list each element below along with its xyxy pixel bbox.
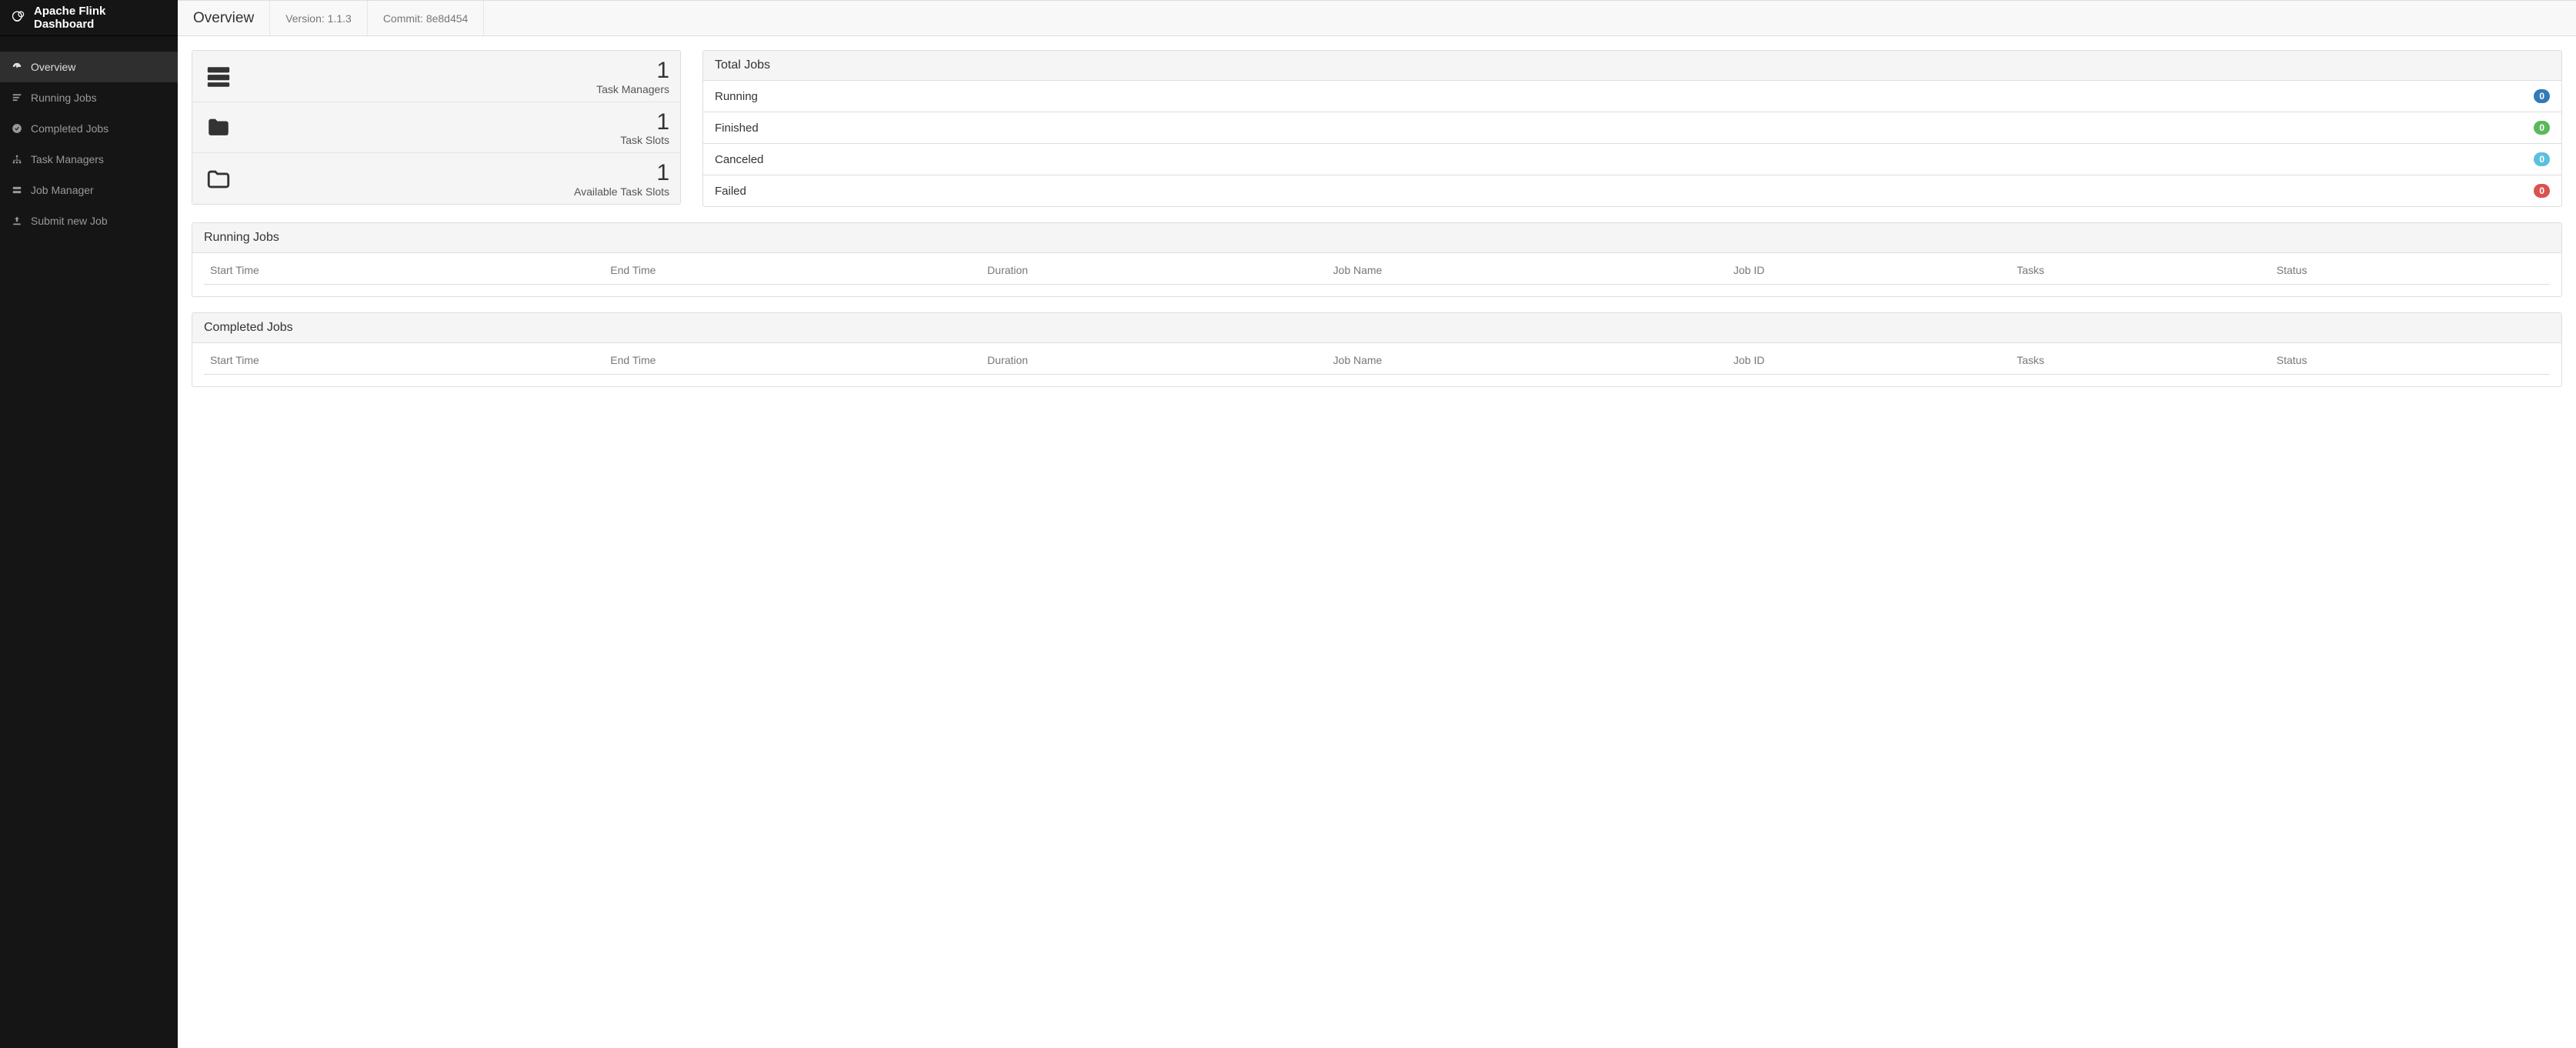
server-stack-icon [203, 64, 237, 90]
job-count-badge: 0 [2534, 121, 2550, 135]
page-title: Overview [178, 1, 270, 35]
sidebar-item-label: Completed Jobs [31, 122, 108, 135]
total-jobs-panel: Total Jobs Running 0 Finished 0 Canceled [702, 50, 2562, 207]
job-status-label: Canceled [715, 153, 763, 166]
col-job-id[interactable]: Job ID [1727, 343, 2010, 375]
total-jobs-running[interactable]: Running 0 [703, 81, 2561, 112]
stat-label: Task Managers [596, 83, 669, 95]
total-jobs-canceled[interactable]: Canceled 0 [703, 144, 2561, 175]
sidebar-item-label: Submit new Job [31, 215, 108, 227]
topbar: Overview Version: 1.1.3 Commit: 8e8d454 [178, 0, 2576, 36]
completed-jobs-panel: Completed Jobs Start Time End Time Durat… [192, 312, 2562, 387]
folder-open-icon [203, 166, 237, 192]
main: Overview Version: 1.1.3 Commit: 8e8d454 … [178, 0, 2576, 1048]
col-start-time[interactable]: Start Time [204, 343, 604, 375]
sidebar-item-overview[interactable]: Overview [0, 52, 178, 82]
sidebar-item-submit-job[interactable]: Submit new Job [0, 205, 178, 236]
sidebar: Apache Flink Dashboard Overview Running … [0, 0, 178, 1048]
sidebar-item-label: Overview [31, 61, 75, 73]
stat-value: 1 [620, 110, 669, 135]
flink-logo-icon [11, 8, 26, 27]
dashboard-icon [11, 61, 23, 73]
running-jobs-panel: Running Jobs Start Time End Time Duratio… [192, 222, 2562, 297]
col-end-time[interactable]: End Time [604, 253, 981, 285]
col-tasks[interactable]: Tasks [2010, 253, 2271, 285]
stat-task-managers: 1 Task Managers [192, 51, 680, 102]
sidebar-item-task-managers[interactable]: Task Managers [0, 144, 178, 175]
server-icon [11, 184, 23, 196]
sidebar-item-label: Job Manager [31, 184, 94, 196]
running-jobs-heading: Running Jobs [192, 223, 2561, 253]
commit-label: Commit: 8e8d454 [368, 1, 485, 35]
running-jobs-table: Start Time End Time Duration Job Name Jo… [204, 253, 2550, 285]
sidebar-item-running-jobs[interactable]: Running Jobs [0, 82, 178, 113]
check-circle-icon [11, 122, 23, 135]
completed-jobs-heading: Completed Jobs [192, 313, 2561, 343]
total-jobs-list: Running 0 Finished 0 Canceled 0 Failed [703, 81, 2561, 206]
total-jobs-finished[interactable]: Finished 0 [703, 112, 2561, 144]
col-tasks[interactable]: Tasks [2010, 343, 2271, 375]
col-status[interactable]: Status [2271, 253, 2550, 285]
content: 1 Task Managers 1 Task Slots [178, 36, 2576, 416]
version-label: Version: 1.1.3 [270, 1, 368, 35]
sidebar-item-label: Task Managers [31, 153, 104, 165]
col-status[interactable]: Status [2271, 343, 2550, 375]
sitemap-icon [11, 153, 23, 165]
sidebar-item-job-manager[interactable]: Job Manager [0, 175, 178, 205]
completed-jobs-table: Start Time End Time Duration Job Name Jo… [204, 343, 2550, 375]
job-count-badge: 0 [2534, 152, 2550, 166]
col-end-time[interactable]: End Time [604, 343, 981, 375]
col-duration[interactable]: Duration [981, 253, 1326, 285]
stat-value: 1 [574, 161, 669, 185]
stat-task-slots: 1 Task Slots [192, 102, 680, 154]
job-count-badge: 0 [2534, 184, 2550, 198]
sidebar-item-completed-jobs[interactable]: Completed Jobs [0, 113, 178, 144]
tasks-icon [11, 92, 23, 104]
job-status-label: Failed [715, 185, 746, 198]
total-jobs-heading: Total Jobs [703, 51, 2561, 81]
brand-title: Apache Flink Dashboard [34, 5, 167, 31]
stat-label: Task Slots [620, 134, 669, 146]
col-duration[interactable]: Duration [981, 343, 1326, 375]
upload-icon [11, 215, 23, 227]
job-status-label: Finished [715, 122, 759, 135]
stat-label: Available Task Slots [574, 185, 669, 198]
job-count-badge: 0 [2534, 89, 2550, 103]
stat-value: 1 [596, 58, 669, 83]
stat-available-task-slots: 1 Available Task Slots [192, 153, 680, 204]
brand[interactable]: Apache Flink Dashboard [0, 0, 178, 36]
job-status-label: Running [715, 90, 758, 103]
sidebar-nav: Overview Running Jobs Completed Jobs Tas… [0, 36, 178, 236]
sidebar-item-label: Running Jobs [31, 92, 97, 104]
col-job-id[interactable]: Job ID [1727, 253, 2010, 285]
col-job-name[interactable]: Job Name [1327, 253, 1727, 285]
cluster-stats-panel: 1 Task Managers 1 Task Slots [192, 50, 681, 205]
col-start-time[interactable]: Start Time [204, 253, 604, 285]
folder-icon [203, 115, 237, 141]
total-jobs-failed[interactable]: Failed 0 [703, 175, 2561, 206]
col-job-name[interactable]: Job Name [1327, 343, 1727, 375]
